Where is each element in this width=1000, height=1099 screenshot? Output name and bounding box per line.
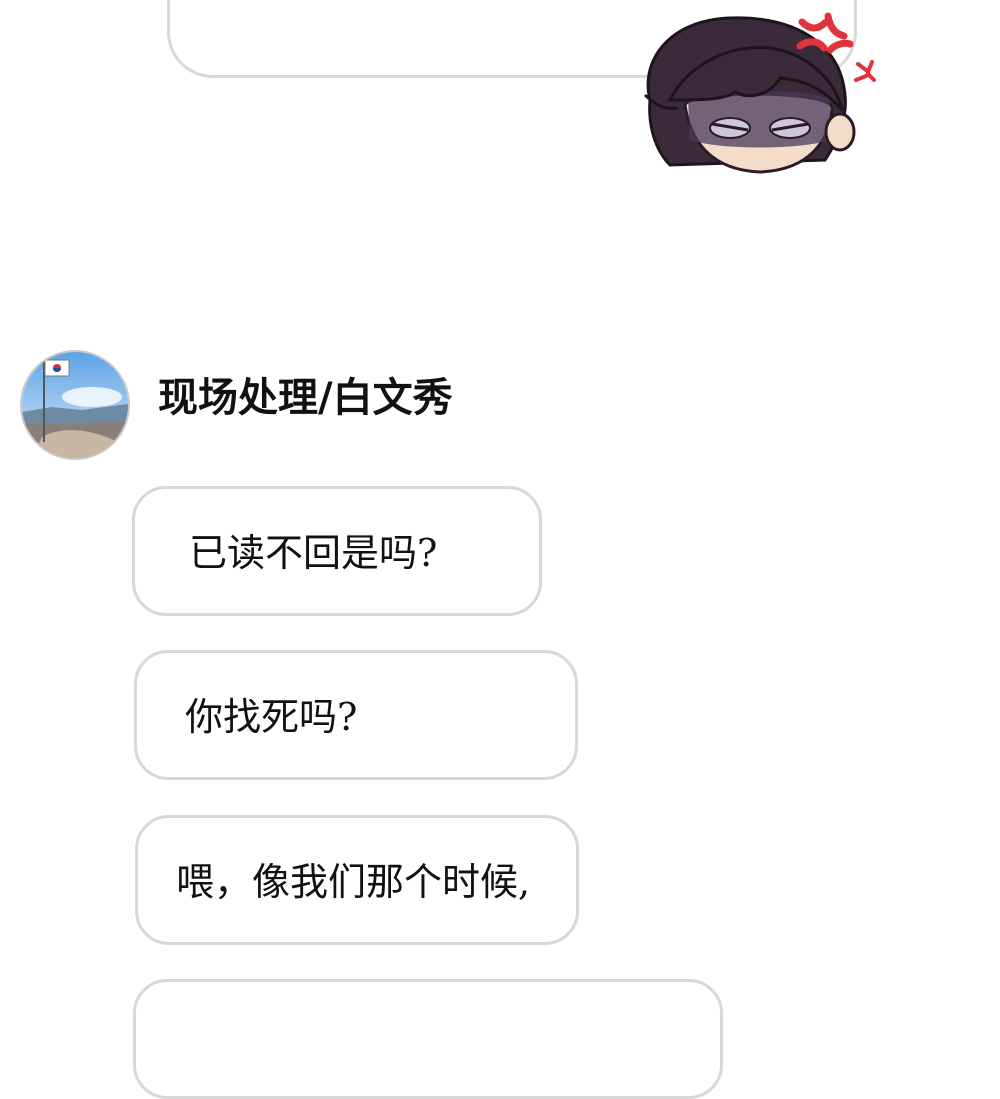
angry-chibi-face-icon [643, 12, 876, 174]
sender-name: 现场处理/白文秀 [158, 375, 453, 421]
message-bubble: 你找死吗? [134, 650, 578, 780]
message-text: 已读不回是吗? [189, 531, 438, 575]
message-bubble: 已读不回是吗? [132, 486, 542, 616]
message-bubble: 喂，像我们那个时候, [135, 815, 579, 945]
sender-avatar[interactable] [20, 350, 130, 460]
mountain-summit-flag-photo [22, 352, 128, 458]
message-text: 你找死吗? [185, 695, 358, 739]
message-bubble [133, 979, 723, 1099]
message-text: 喂，像我们那个时候, [176, 860, 531, 904]
